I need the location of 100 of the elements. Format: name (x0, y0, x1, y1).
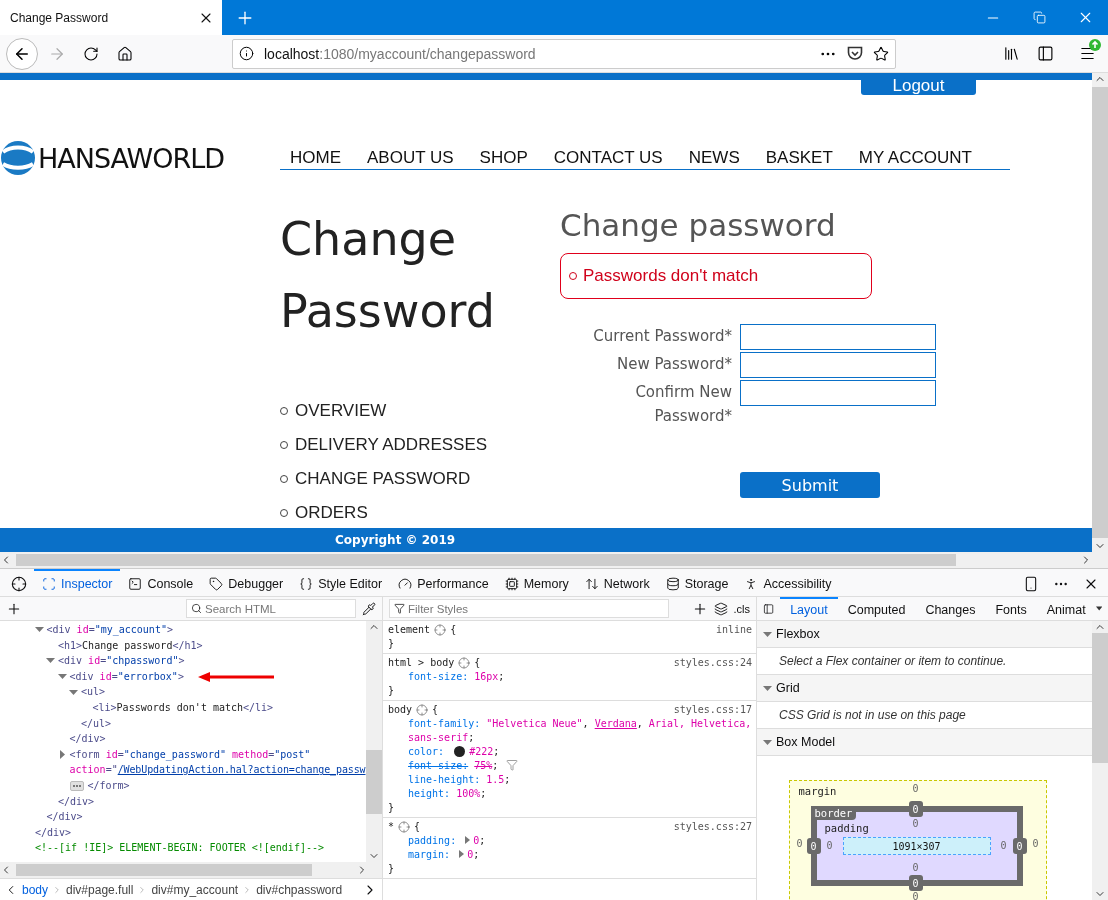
devtools-tab[interactable]: Network (576, 569, 658, 596)
library-icon[interactable] (1002, 45, 1020, 62)
eyedropper-icon[interactable] (362, 601, 376, 616)
sidebar-icon[interactable] (1036, 45, 1054, 62)
border-value[interactable]: 0 (908, 875, 923, 891)
devtools-tab[interactable]: Console (120, 569, 202, 596)
back-button[interactable] (6, 37, 38, 70)
collapse-triangle-icon[interactable] (763, 629, 772, 639)
scrollbar[interactable] (366, 621, 382, 862)
highlighter-icon[interactable] (434, 624, 447, 636)
section-header[interactable]: Flexbox (757, 621, 1092, 648)
breadcrumb[interactable]: div#my_account (151, 882, 239, 897)
source-link[interactable]: styles.css:24 (673, 656, 752, 670)
markup-line[interactable]: <h1>Change password</h1> (58, 637, 203, 654)
collapse-triangle-icon[interactable] (69, 687, 78, 697)
devtools-tab[interactable]: Memory (496, 569, 577, 596)
padding-value[interactable]: 0 (912, 818, 919, 829)
classes-icon[interactable] (713, 601, 728, 616)
ellipsis-icon[interactable] (69, 780, 84, 791)
account-menu-link[interactable]: CHANGE PASSWORD (280, 467, 560, 491)
account-menu-link[interactable]: OVERVIEW (280, 399, 560, 423)
collapse-triangle-icon[interactable] (34, 625, 44, 635)
search-html-box[interactable]: Search HTML (186, 599, 356, 618)
section-header[interactable]: Grid (757, 675, 1092, 702)
markup-line[interactable]: </form> (87, 777, 130, 794)
markup-line[interactable]: <li>Passwords don't match</li> (92, 699, 274, 716)
markup-line[interactable]: </div> (69, 731, 106, 747)
responsive-icon[interactable] (1023, 576, 1039, 592)
sidebar-tab[interactable]: Animat (1036, 597, 1096, 620)
restore-icon[interactable] (1032, 11, 1046, 24)
logo[interactable]: HANSAWORLD (0, 140, 280, 176)
markup-line[interactable]: </div> (35, 824, 72, 841)
margin-value[interactable]: 0 (912, 783, 919, 794)
highlighter-icon[interactable] (458, 657, 471, 669)
markup-line[interactable]: </div> (58, 793, 95, 810)
markup-line[interactable]: <ul> (81, 684, 106, 700)
menu-icon[interactable] (1078, 45, 1096, 62)
filter-icon[interactable] (506, 759, 519, 771)
color-swatch[interactable] (454, 746, 466, 757)
filter-styles-box[interactable]: Filter Styles (389, 599, 669, 618)
element-picker-icon[interactable] (11, 576, 27, 592)
home-icon[interactable] (117, 45, 133, 62)
devtools-tab[interactable]: Performance (390, 569, 497, 596)
sidebar-tab[interactable]: Changes (915, 597, 986, 620)
breadcrumb[interactable]: div#chpassword (256, 882, 343, 897)
scrollbar[interactable] (1092, 621, 1108, 900)
filter-styles-field[interactable]: Filter Styles (408, 600, 664, 617)
expand-triangle-icon[interactable] (57, 750, 67, 760)
caret-icon[interactable] (1095, 606, 1102, 611)
scrollbar[interactable] (0, 862, 382, 878)
info-icon[interactable] (239, 46, 254, 61)
markup-line[interactable]: <div id="errorbox"> (69, 668, 184, 685)
reload-icon[interactable] (83, 45, 99, 62)
markup-line[interactable]: </ul> (81, 715, 112, 732)
toggle-pane-icon[interactable] (763, 601, 775, 616)
markup-line[interactable]: <!--[if !IE]> ELEMENT-BEGIN: FOOTER <![endif]--> (35, 840, 324, 856)
scrollbar[interactable] (0, 552, 1108, 568)
devtools-tab[interactable]: Style Editor (291, 569, 391, 596)
devtools-tab[interactable]: Accessibility (736, 569, 840, 596)
submit-button[interactable]: Submit (740, 472, 880, 498)
sidebar-tab[interactable]: Fonts (985, 597, 1037, 620)
breadcrumb[interactable]: div#page.full (66, 882, 134, 897)
cls-toggle[interactable]: .cls (733, 602, 750, 615)
nav-link[interactable]: SHOP (479, 146, 528, 169)
markup-line[interactable]: <form id="change_password" method="post" action="/WebUpdatingAction.hal?action=change_passw (69, 746, 366, 778)
nav-link[interactable]: CONTACT US (553, 146, 663, 169)
scrollbar[interactable] (1092, 73, 1108, 552)
nav-link[interactable]: BASKET (765, 146, 833, 169)
padding-value[interactable]: 0 (1000, 840, 1007, 851)
sidebar-tab[interactable]: Computed (837, 597, 916, 620)
star-icon[interactable] (873, 45, 889, 62)
nav-link[interactable]: NEWS (688, 146, 740, 169)
margin-value[interactable]: 0 (796, 838, 803, 849)
section-header[interactable]: Box Model (757, 729, 1092, 756)
address-bar[interactable]: localhost:1080/myaccount/changepassword (232, 38, 896, 69)
account-menu-link[interactable]: DELIVERY ADDRESSES (280, 433, 560, 457)
markup-line[interactable]: <div id="chpassword"> (58, 653, 185, 669)
devtools-tab[interactable]: Debugger (201, 569, 292, 596)
padding-value[interactable]: 0 (912, 862, 919, 873)
border-value[interactable]: 0 (806, 838, 821, 854)
password-field[interactable] (740, 352, 936, 378)
collapse-triangle-icon[interactable] (46, 656, 55, 666)
padding-value[interactable]: 0 (826, 840, 833, 851)
margin-value[interactable]: 0 (912, 891, 919, 900)
collapse-triangle-icon[interactable] (57, 672, 67, 682)
collapse-triangle-icon[interactable] (763, 683, 772, 693)
nav-link[interactable]: MY ACCOUNT (858, 146, 972, 169)
border-value[interactable]: 0 (908, 801, 923, 817)
margin-value[interactable]: 0 (1032, 838, 1039, 849)
devtools-tab[interactable]: Storage (657, 569, 737, 596)
breadcrumb[interactable]: body (22, 882, 49, 897)
source-link[interactable]: styles.css:27 (673, 820, 752, 834)
markup-line[interactable]: <div id="my_account"> (46, 622, 173, 638)
account-menu-link[interactable]: ORDERS (280, 501, 560, 525)
markup-line[interactable]: </div> (46, 809, 83, 825)
nav-link[interactable]: ABOUT US (367, 146, 454, 169)
collapse-triangle-icon[interactable] (763, 737, 772, 747)
browser-tab[interactable]: Change Password (0, 0, 222, 35)
password-field[interactable] (740, 324, 936, 350)
highlighter-icon[interactable] (416, 704, 429, 716)
